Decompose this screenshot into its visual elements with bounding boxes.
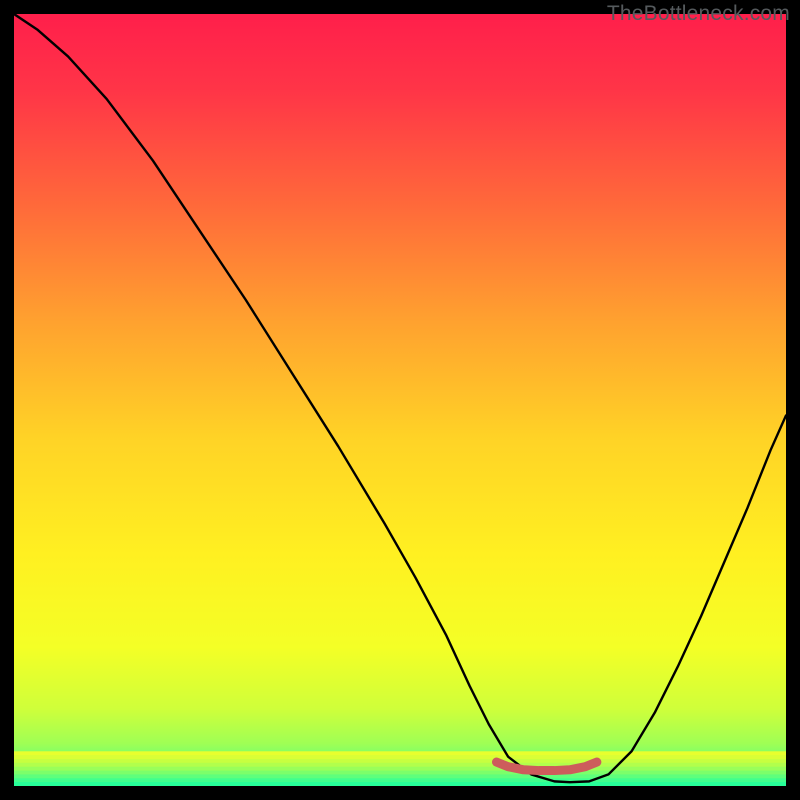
bottleneck-chart <box>14 14 786 786</box>
watermark-text: TheBottleneck.com <box>607 2 790 26</box>
green-band-stripes <box>14 751 786 786</box>
